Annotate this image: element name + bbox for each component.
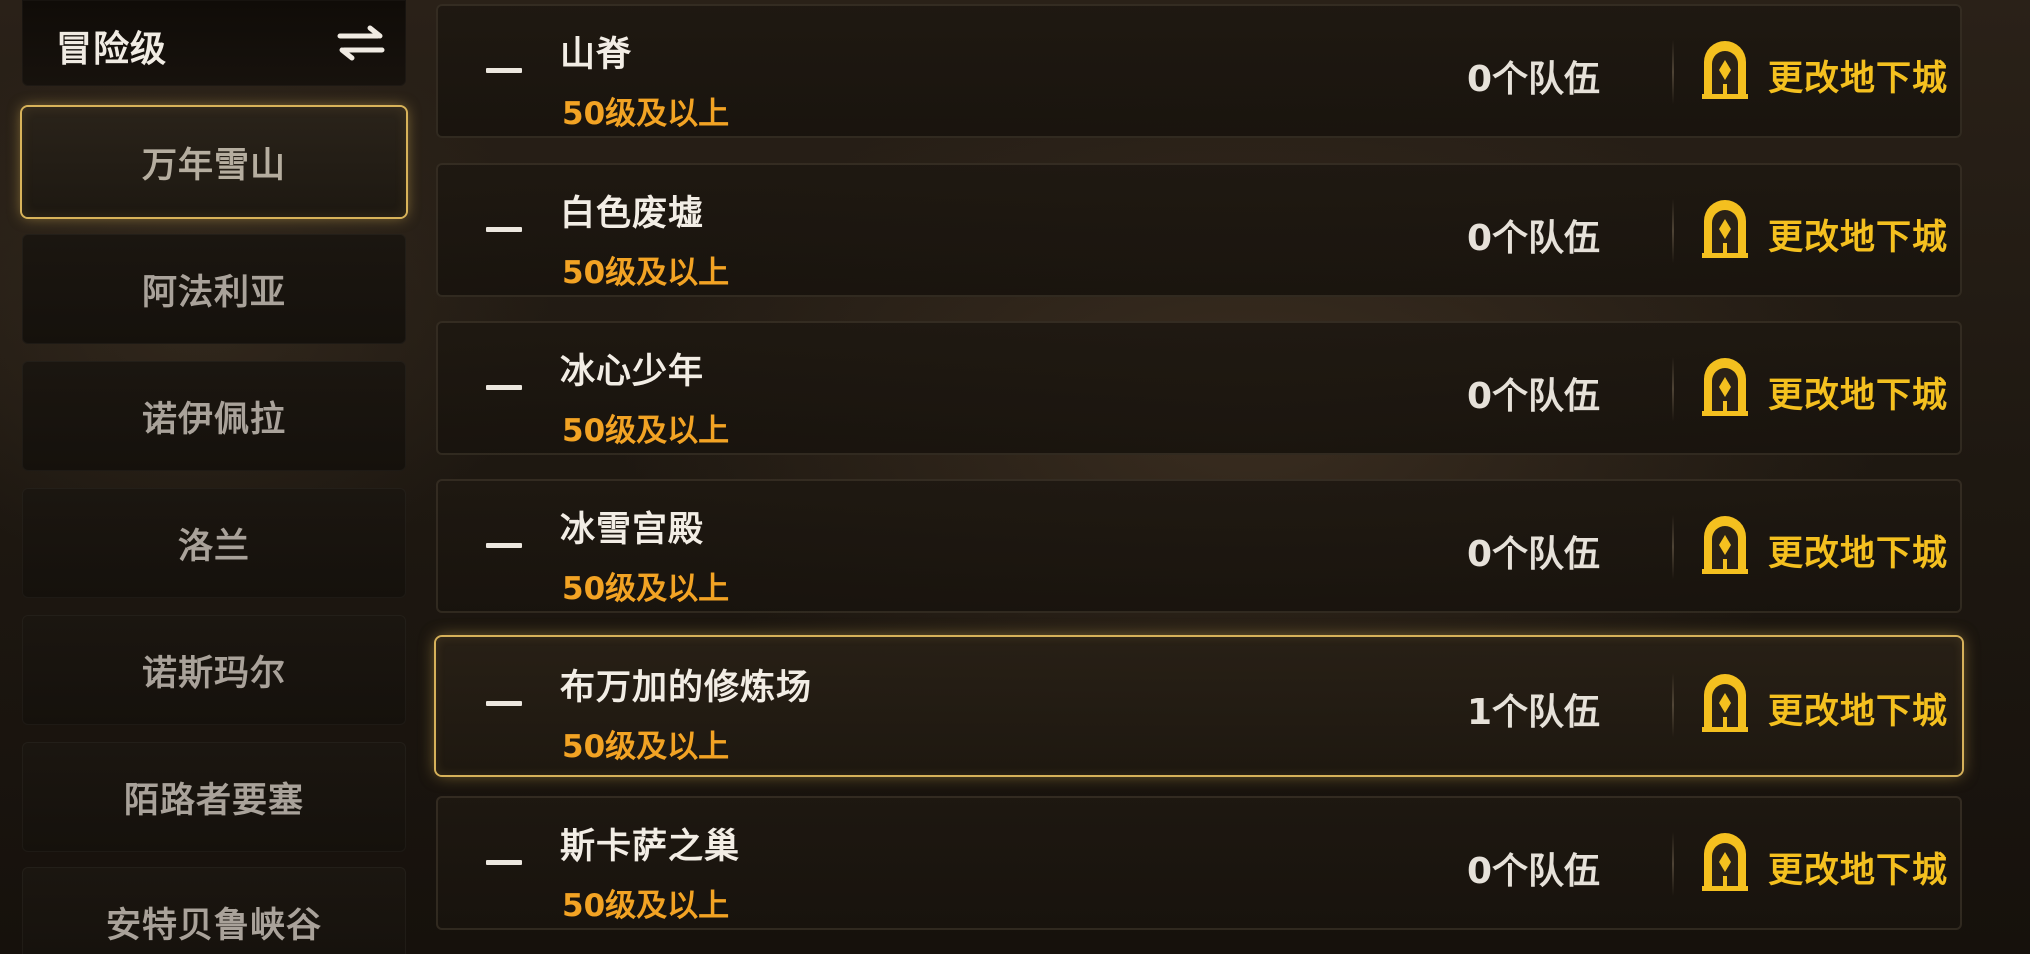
row-divider: [1672, 673, 1674, 737]
change-dungeon-label: 更改地下城: [1768, 692, 1949, 732]
dungeon-level-requirement: 50级及以上: [562, 888, 730, 924]
team-count: 0个队伍: [1466, 851, 1600, 892]
dungeon-row-selected[interactable]: 布万加的修炼场 50级及以上 1个队伍 更改地下城: [436, 637, 1962, 775]
row-divider: [1672, 199, 1674, 263]
dungeon-row[interactable]: 白色废墟 50级及以上 0个队伍 更改地下城: [436, 163, 1962, 297]
dungeon-name: 斯卡萨之巢: [560, 827, 741, 867]
collapse-icon[interactable]: [486, 227, 522, 232]
dungeon-level-requirement: 50级及以上: [562, 255, 730, 291]
dungeon-name: 冰心少年: [560, 352, 705, 392]
dungeon-select-screen: 冒险级 万年雪山 阿法利亚 诺伊佩拉 洛兰 诺斯玛尔 陌路者要塞 安特贝鲁峡谷 …: [0, 0, 2030, 954]
dungeon-level-requirement: 50级及以上: [562, 729, 730, 765]
sidebar-item-label: 诺斯玛尔: [141, 653, 286, 694]
sidebar-item-region[interactable]: 诺伊佩拉: [22, 361, 406, 471]
change-dungeon-button[interactable]: 更改地下城: [1700, 349, 1950, 427]
dungeon-row[interactable]: 斯卡萨之巢 50级及以上 0个队伍 更改地下城: [436, 796, 1962, 930]
dungeon-name: 山脊: [560, 35, 633, 75]
collapse-icon[interactable]: [486, 860, 522, 865]
sidebar-item-label: 陌路者要塞: [123, 780, 304, 821]
team-count: 0个队伍: [1466, 534, 1600, 575]
collapse-icon[interactable]: [486, 385, 522, 390]
change-dungeon-label: 更改地下城: [1768, 59, 1949, 99]
team-count: 0个队伍: [1466, 59, 1600, 100]
difficulty-mode-header[interactable]: 冒险级: [22, 0, 406, 86]
sidebar-item-label: 阿法利亚: [141, 272, 286, 313]
dungeon-gate-icon: [1702, 833, 1748, 891]
dungeon-row[interactable]: 冰心少年 50级及以上 0个队伍 更改地下城: [436, 321, 1962, 455]
team-count: 1个队伍: [1466, 692, 1600, 733]
team-count: 0个队伍: [1466, 376, 1600, 417]
sidebar-item-region[interactable]: 万年雪山: [22, 107, 406, 217]
sidebar-item-label: 安特贝鲁峡谷: [105, 905, 322, 946]
change-dungeon-label: 更改地下城: [1768, 534, 1949, 574]
team-count: 0个队伍: [1466, 218, 1600, 259]
sidebar-item-region[interactable]: 阿法利亚: [22, 234, 406, 344]
difficulty-mode-label: 冒险级: [56, 29, 168, 70]
dungeon-level-requirement: 50级及以上: [562, 413, 730, 449]
row-divider: [1672, 832, 1674, 896]
dungeon-name: 白色废墟: [560, 194, 705, 234]
change-dungeon-button[interactable]: 更改地下城: [1700, 32, 1950, 110]
sidebar-item-label: 万年雪山: [141, 145, 286, 186]
dungeon-row[interactable]: 冰雪宫殿 50级及以上 0个队伍 更改地下城: [436, 479, 1962, 613]
row-divider: [1672, 515, 1674, 579]
change-dungeon-button[interactable]: 更改地下城: [1700, 507, 1950, 585]
row-divider: [1672, 357, 1674, 421]
swap-arrows-icon[interactable]: [336, 24, 386, 62]
dungeon-level-requirement: 50级及以上: [562, 571, 730, 607]
dungeon-gate-icon: [1702, 41, 1748, 99]
change-dungeon-label: 更改地下城: [1768, 218, 1949, 258]
sidebar-item-label: 诺伊佩拉: [141, 399, 286, 440]
sidebar-item-region[interactable]: 诺斯玛尔: [22, 615, 406, 725]
change-dungeon-button[interactable]: 更改地下城: [1700, 191, 1950, 269]
collapse-icon[interactable]: [486, 543, 522, 548]
sidebar-item-region[interactable]: 安特贝鲁峡谷: [22, 867, 406, 954]
dungeon-gate-icon: [1702, 200, 1748, 258]
sidebar-item-label: 洛兰: [177, 526, 250, 567]
change-dungeon-button[interactable]: 更改地下城: [1700, 665, 1950, 743]
change-dungeon-button[interactable]: 更改地下城: [1700, 824, 1950, 902]
sidebar-item-region[interactable]: 陌路者要塞: [22, 742, 406, 852]
dungeon-gate-icon: [1702, 674, 1748, 732]
dungeon-level-requirement: 50级及以上: [562, 96, 730, 132]
change-dungeon-label: 更改地下城: [1768, 376, 1949, 416]
dungeon-name: 冰雪宫殿: [560, 510, 705, 550]
dungeon-row[interactable]: 山脊 50级及以上 0个队伍 更改地下城: [436, 4, 1962, 138]
collapse-icon[interactable]: [486, 701, 522, 706]
sidebar-item-region[interactable]: 洛兰: [22, 488, 406, 598]
row-divider: [1672, 40, 1674, 104]
dungeon-gate-icon: [1702, 358, 1748, 416]
change-dungeon-label: 更改地下城: [1768, 851, 1949, 891]
dungeon-name: 布万加的修炼场: [560, 668, 813, 708]
dungeon-gate-icon: [1702, 516, 1748, 574]
collapse-icon[interactable]: [486, 68, 522, 73]
